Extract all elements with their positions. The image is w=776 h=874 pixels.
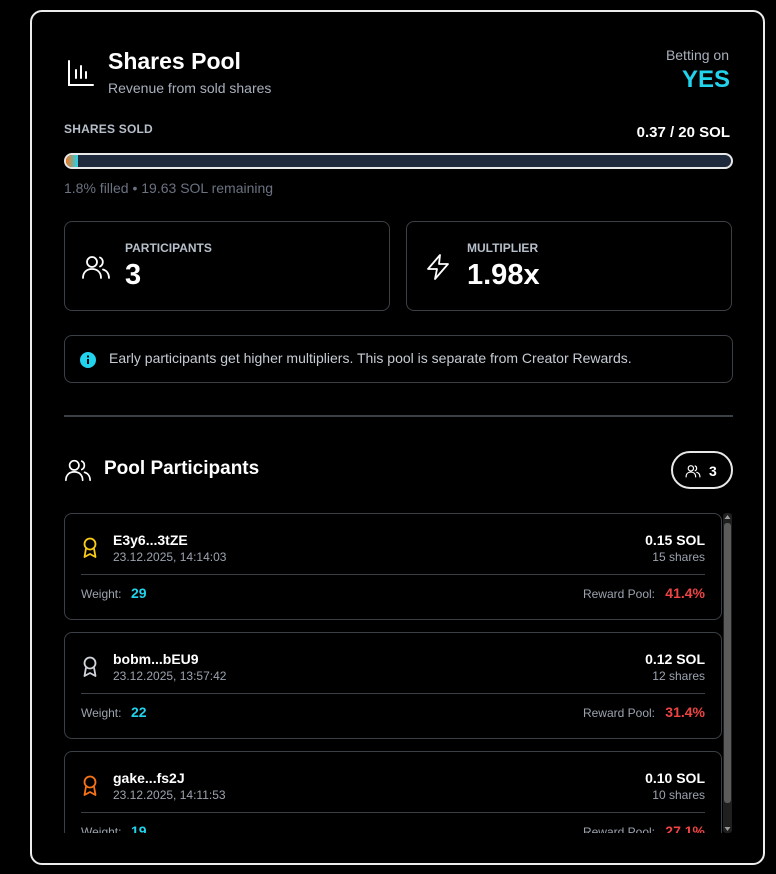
shares-progress-bar (64, 153, 733, 169)
row-divider (81, 693, 705, 694)
shares-sold-label: SHARES SOLD (64, 122, 153, 136)
multiplier-value: 1.98x (467, 259, 540, 291)
info-icon (80, 352, 96, 368)
scroll-up-arrow-icon[interactable] (723, 513, 732, 521)
participants-count-badge[interactable]: 3 (671, 451, 733, 489)
participants-scrollbar[interactable] (723, 513, 732, 833)
info-banner: Early participants get higher multiplier… (64, 335, 733, 383)
reward-pool-label: Reward Pool: (582, 587, 655, 601)
bar-chart-icon (68, 60, 94, 86)
scroll-down-arrow-icon[interactable] (723, 825, 732, 833)
participant-time: 23.12.2025, 13:57:42 (113, 669, 227, 683)
betting-label: Betting on (665, 47, 729, 63)
participant-shares: 15 shares (652, 550, 705, 564)
users-icon (685, 465, 701, 478)
participant-row[interactable]: bobm...bEU9 23.12.2025, 13:57:42 0.12 SO… (64, 632, 722, 739)
participant-address: bobm...bEU9 (113, 651, 199, 667)
participants-section-title: Pool Participants (104, 458, 260, 479)
participant-sol: 0.12 SOL (645, 651, 705, 667)
scrollbar-thumb[interactable] (724, 523, 731, 803)
participant-address: E3y6...3tZE (113, 532, 188, 548)
reward-pool-label: Reward Pool: (582, 706, 655, 720)
reward-pool-value: 31.4% (665, 704, 705, 720)
gold-medal-icon (83, 537, 97, 558)
info-text: Early participants get higher multiplier… (109, 350, 632, 366)
participants-list[interactable]: E3y6...3tZE 23.12.2025, 14:14:03 0.15 SO… (64, 513, 734, 833)
participants-count: 3 (709, 463, 717, 479)
participants-label: PARTICIPANTS (125, 241, 212, 255)
row-divider (81, 574, 705, 575)
reward-pool-label: Reward Pool: (582, 825, 655, 833)
participant-sol: 0.10 SOL (645, 770, 705, 786)
users-icon (82, 256, 110, 279)
participant-time: 23.12.2025, 14:11:53 (113, 788, 226, 802)
section-divider (64, 415, 733, 417)
silver-medal-icon (83, 656, 97, 677)
reward-pool-value: 41.4% (665, 585, 705, 601)
row-divider (81, 812, 705, 813)
participant-address: gake...fs2J (113, 770, 185, 786)
weight-label: Weight: (81, 587, 122, 601)
participant-row[interactable]: E3y6...3tZE 23.12.2025, 14:14:03 0.15 SO… (64, 513, 722, 620)
weight-label: Weight: (81, 706, 122, 720)
participants-value: 3 (125, 259, 142, 291)
shares-sold-value: 0.37 / 20 SOL (636, 124, 730, 141)
bronze-medal-icon (83, 775, 97, 796)
participant-row[interactable]: gake...fs2J 23.12.2025, 14:11:53 0.10 SO… (64, 751, 722, 833)
weight-value: 22 (131, 704, 147, 720)
multiplier-stat: MULTIPLIER 1.98x (406, 221, 732, 311)
reward-pool-value: 27.1% (665, 823, 705, 833)
lightning-icon (427, 254, 449, 280)
users-icon (65, 459, 91, 482)
weight-label: Weight: (81, 825, 122, 833)
participant-sol: 0.15 SOL (645, 532, 705, 548)
participant-shares: 12 shares (652, 669, 705, 683)
participant-shares: 10 shares (652, 788, 705, 802)
shares-pool-card: Shares Pool Revenue from sold shares Bet… (30, 10, 765, 865)
weight-value: 29 (131, 585, 147, 601)
participant-time: 23.12.2025, 14:14:03 (113, 550, 227, 564)
multiplier-label: MULTIPLIER (467, 241, 539, 255)
betting-value: YES (681, 66, 730, 93)
weight-value: 19 (131, 823, 147, 833)
page-title: Shares Pool (108, 48, 241, 74)
page-subtitle: Revenue from sold shares (108, 80, 272, 96)
progress-note: 1.8% filled • 19.63 SOL remaining (64, 180, 274, 196)
participants-stat: PARTICIPANTS 3 (64, 221, 390, 311)
progress-fill (66, 155, 78, 167)
